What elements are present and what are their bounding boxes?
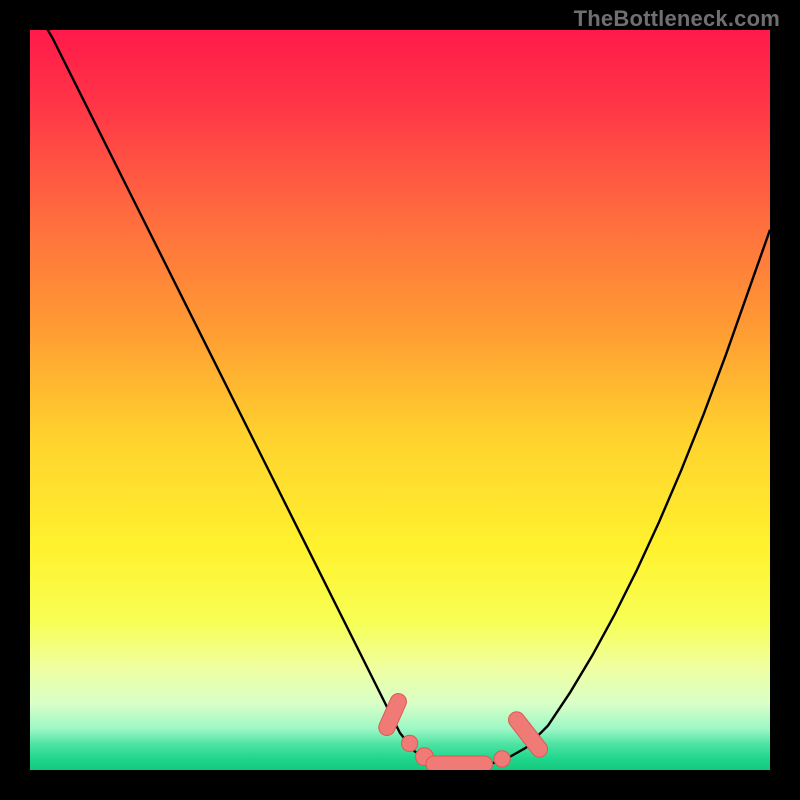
valley-marker <box>494 751 510 767</box>
plot-area <box>30 30 770 770</box>
chart-frame: TheBottleneck.com <box>0 0 800 800</box>
valley-marker <box>505 708 551 760</box>
bottleneck-curve <box>30 30 770 770</box>
valley-marker <box>426 756 493 770</box>
valley-marker <box>401 735 417 751</box>
watermark-text: TheBottleneck.com <box>574 6 780 32</box>
curve-path <box>30 30 770 765</box>
valley-marker <box>376 691 409 738</box>
valley-markers <box>376 691 551 770</box>
